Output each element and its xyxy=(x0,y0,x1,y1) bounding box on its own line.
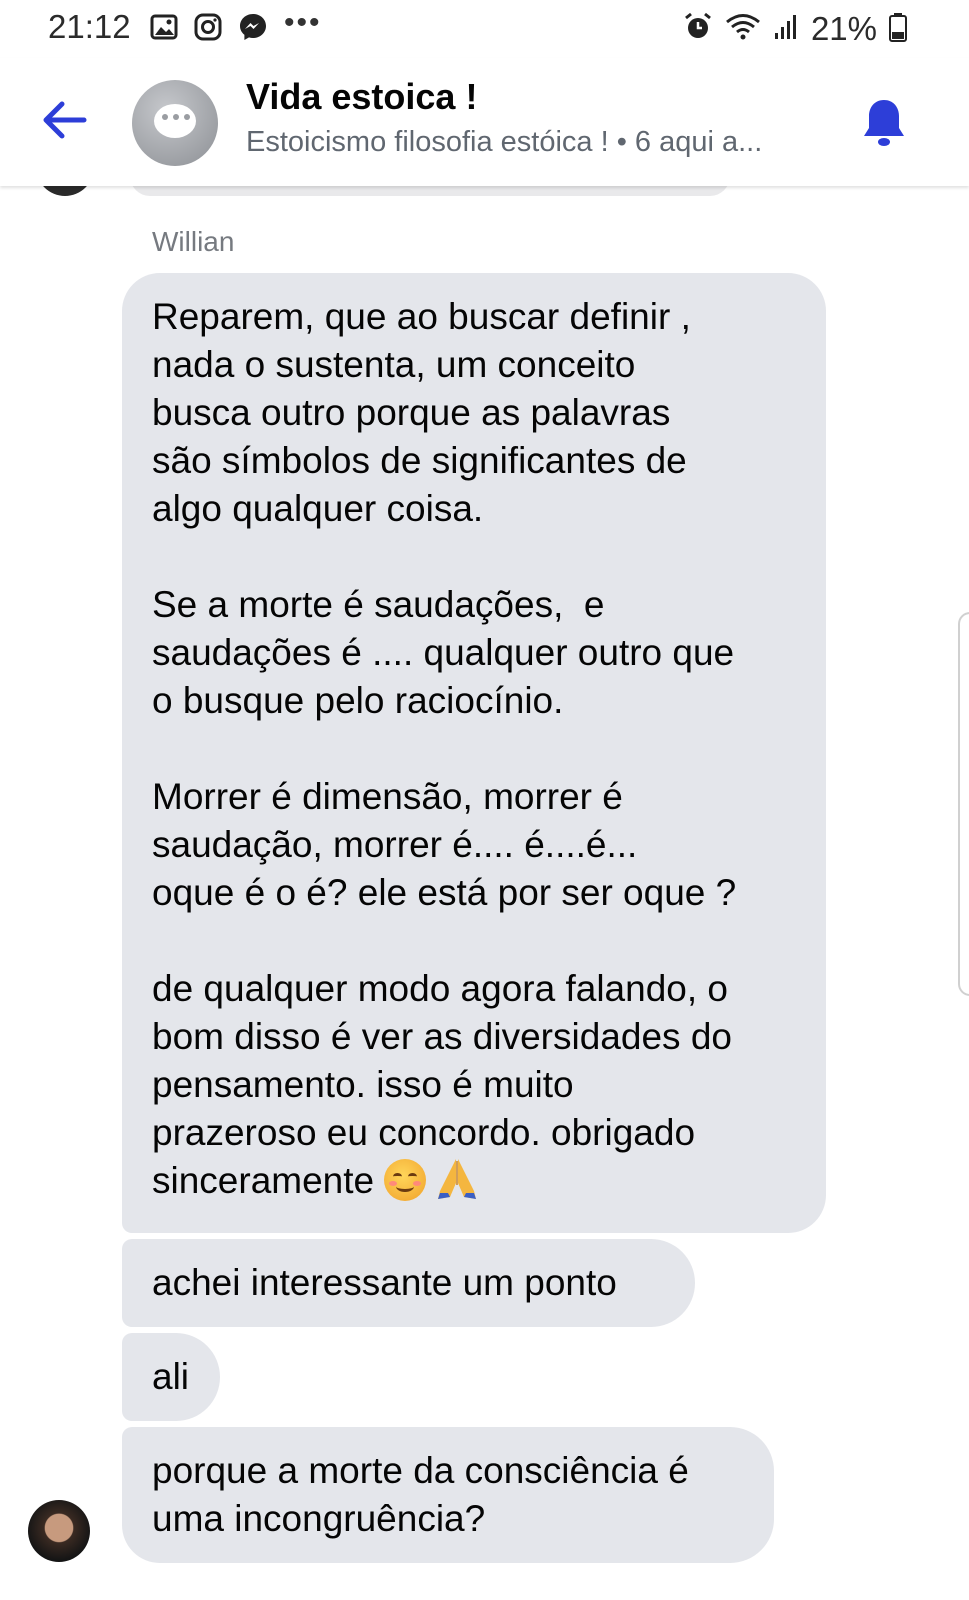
group-avatar[interactable] xyxy=(132,80,218,166)
folded-hands-emoji xyxy=(438,1159,477,1199)
message-text: ali xyxy=(152,1356,190,1397)
sender-avatar[interactable] xyxy=(28,1500,90,1562)
conversation-title[interactable]: Vida estoica ! xyxy=(246,76,477,118)
bell-icon xyxy=(864,100,904,146)
notifications-button[interactable] xyxy=(860,96,908,150)
alarm-icon xyxy=(683,12,713,47)
message-text: porque a morte da consciência é uma inco… xyxy=(152,1450,689,1539)
status-time: 21:12 xyxy=(48,8,131,45)
conversation-header: Vida estoica ! Estoicismo filosofia estó… xyxy=(0,58,969,186)
message-bubble[interactable]: porque a morte da consciência é uma inco… xyxy=(122,1427,774,1563)
battery-icon xyxy=(889,12,907,47)
messenger-icon xyxy=(238,12,268,47)
more-icon: ••• xyxy=(284,5,322,39)
message-bubble[interactable]: achei interessante um ponto xyxy=(122,1239,695,1327)
status-bar: 21:12 ••• 21% xyxy=(0,0,969,58)
chat-bubble-icon xyxy=(154,104,196,138)
back-button[interactable] xyxy=(40,98,90,142)
instagram-icon xyxy=(194,13,222,46)
gallery-icon xyxy=(150,14,178,45)
signal-icon xyxy=(773,13,799,46)
message-text: Reparem, que ao buscar definir , nada o … xyxy=(152,296,737,1201)
battery-percent: 21% xyxy=(810,10,877,47)
message-text: achei interessante um ponto xyxy=(152,1262,617,1303)
smiling-face-emoji xyxy=(384,1159,427,1201)
wifi-icon xyxy=(725,13,761,46)
back-arrow-icon xyxy=(43,101,87,139)
scroll-handle[interactable] xyxy=(958,612,969,996)
message-bubble[interactable]: ali xyxy=(122,1333,220,1421)
conversation-subtitle[interactable]: Estoicismo filosofia estóica ! • 6 aqui … xyxy=(246,126,816,159)
sender-name: Willian xyxy=(152,226,235,257)
message-bubble[interactable]: Reparem, que ao buscar definir , nada o … xyxy=(122,273,826,1233)
